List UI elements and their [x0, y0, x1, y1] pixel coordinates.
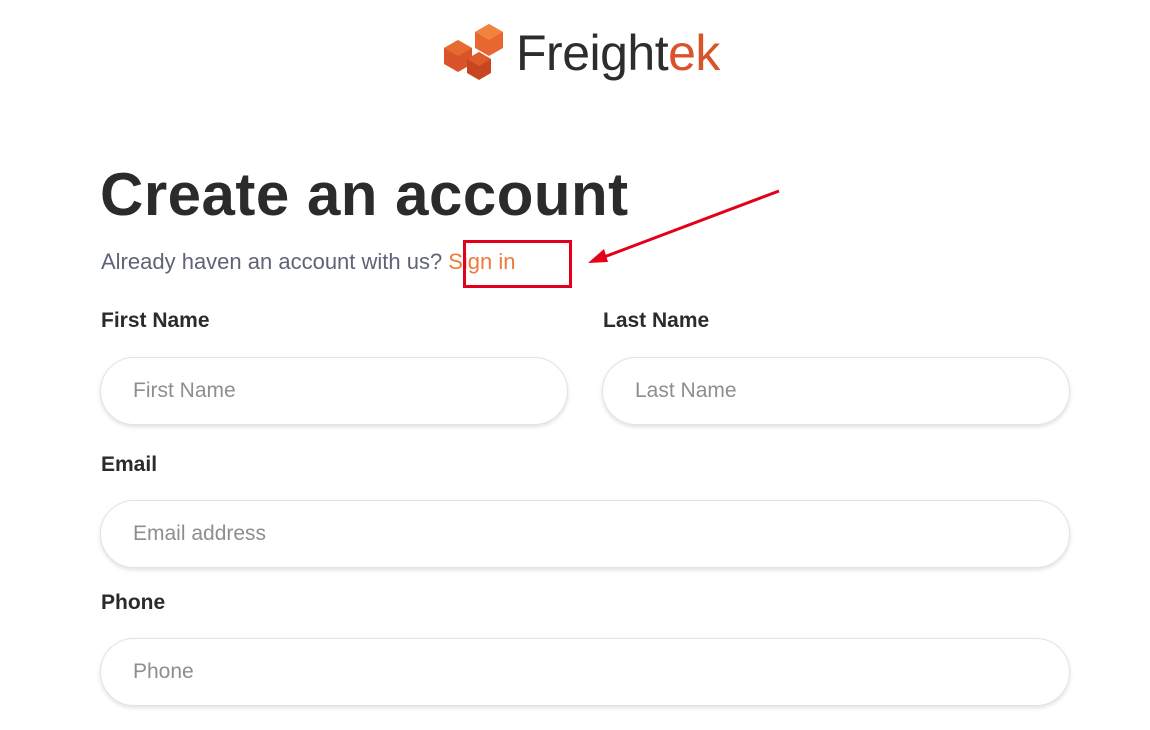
signup-page: Freightek Create an account Already have…: [0, 0, 1150, 730]
email-label: Email: [101, 453, 158, 476]
first-name-input[interactable]: [100, 357, 568, 425]
annotation-highlight-box: [463, 240, 572, 288]
signin-prompt: Already haven an account with us? Sign in: [101, 248, 516, 276]
freightek-logo[interactable]: Freightek: [442, 22, 720, 84]
last-name-input[interactable]: [602, 357, 1070, 425]
logo-text-ek: ek: [668, 25, 720, 81]
first-name-label: First Name: [101, 309, 210, 332]
logo-wordmark: Freightek: [516, 22, 720, 84]
phone-label: Phone: [101, 591, 166, 614]
page-title: Create an account: [100, 161, 629, 228]
last-name-label: Last Name: [603, 309, 710, 332]
signin-prompt-text: Already haven an account with us?: [101, 249, 443, 274]
logo-text-freight: Freight: [516, 25, 669, 81]
email-input[interactable]: [100, 500, 1070, 568]
phone-input[interactable]: [100, 638, 1070, 706]
freightek-hexagon-logo-icon: [444, 24, 503, 80]
